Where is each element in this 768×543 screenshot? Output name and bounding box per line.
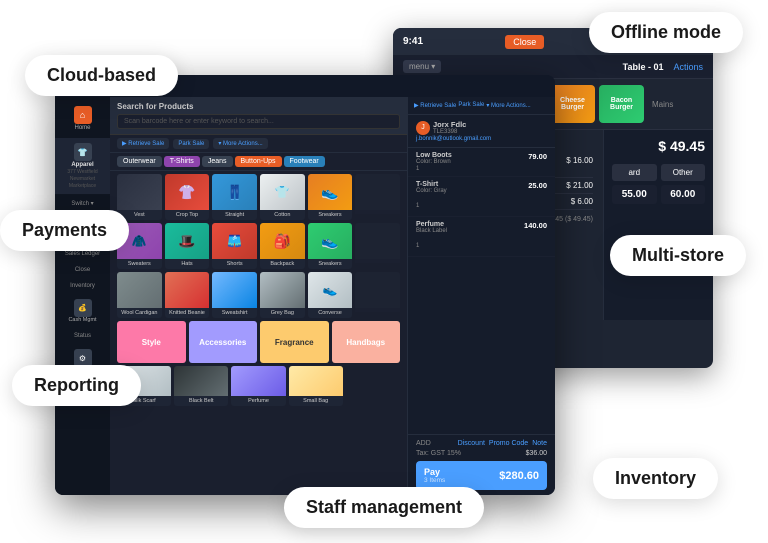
product-backpack[interactable]: 🎒 Backpack <box>260 223 305 269</box>
product-sneakers-2[interactable]: 👟 Sneakers <box>308 223 353 269</box>
discount-btn[interactable]: Discount <box>458 440 485 447</box>
product-knitted-beanie[interactable]: Knitted Beanie <box>165 272 210 318</box>
sidebar-item-home[interactable]: ⌂ Home <box>55 101 110 136</box>
main-screen: ⚡ Lightspeed Denim Store ⌂ Home 👕 Appare… <box>55 75 555 495</box>
cloud-based-label: Cloud-based <box>25 55 178 96</box>
tax-label: Tax: GST 15% <box>416 450 461 457</box>
tab-footwear[interactable]: Footwear <box>284 156 325 167</box>
tab-outerwear[interactable]: Outerwear <box>117 156 162 167</box>
product-shorts[interactable]: 🩳 Shorts <box>212 223 257 269</box>
retrieve-sale-btn[interactable]: ▶ Retrieve Sale <box>117 138 169 149</box>
amount-60[interactable]: 60.00 <box>661 185 706 204</box>
pay-amount: $280.60 <box>499 470 539 482</box>
tab-jeans[interactable]: Jeans <box>202 156 233 167</box>
other-button[interactable]: Other <box>661 164 706 181</box>
sidebar-label-home: Home <box>74 125 90 131</box>
search-title: Search for Products <box>117 102 400 111</box>
product-small-bag[interactable]: Small Bag <box>289 366 343 406</box>
card-button[interactable]: ard <box>612 164 657 181</box>
product-hats[interactable]: 🎩 Hats <box>165 223 210 269</box>
promo-code-btn[interactable]: Promo Code <box>489 440 528 447</box>
sidebar-item-cash-mgmt[interactable]: 💰 Cash Mgmt <box>55 295 110 327</box>
add-label: ADD <box>416 440 431 447</box>
sidebar-item-switch[interactable]: Switch ▾ <box>55 196 110 211</box>
category-accessories[interactable]: Accessories <box>189 321 258 363</box>
more-actions-btn[interactable]: ▾ More Actions... <box>213 138 267 149</box>
payments-label: Payments <box>0 210 129 251</box>
cart-park-btn[interactable]: Park Sale <box>458 102 484 109</box>
inventory-label: Inventory <box>593 458 718 499</box>
sidebar-item-close[interactable]: Close <box>55 263 110 277</box>
multi-store-label: Multi-store <box>610 235 746 276</box>
product-straight[interactable]: 👖 Straight <box>212 174 257 220</box>
product-converse[interactable]: 👟 Converse <box>308 272 353 318</box>
product-grey-bag[interactable]: Grey Bag <box>260 272 305 318</box>
cart-item-2[interactable]: T-Shirt Color: Gray 25.00 1 <box>408 177 555 217</box>
sidebar-item-status[interactable]: Status <box>55 329 110 343</box>
pay-label: Pay <box>424 467 445 477</box>
pay-items: 3 Items <box>424 477 445 484</box>
staff-management-label: Staff management <box>284 487 484 528</box>
customer-name: Jorx Fdlc <box>433 120 466 129</box>
product-empty-1 <box>355 174 400 220</box>
product-black-belt[interactable]: Black Belt <box>174 366 228 406</box>
close-button[interactable]: Close <box>505 35 544 49</box>
note-btn[interactable]: Note <box>532 440 547 447</box>
park-sale-btn[interactable]: Park Sale <box>173 139 209 149</box>
tab-tshirts[interactable]: T-Shirts <box>164 156 200 167</box>
category-fragrance[interactable]: Fragrance <box>260 321 329 363</box>
cart-retrieve-btn[interactable]: ▶ Retrieve Sale <box>414 102 456 109</box>
customer-avatar: J <box>416 121 430 135</box>
product-vest[interactable]: Vest <box>117 174 162 220</box>
sidebar-item-inventory[interactable]: Inventory <box>55 279 110 293</box>
amount-55[interactable]: 55.00 <box>612 185 657 204</box>
pay-button[interactable]: Pay 3 Items $280.60 <box>416 461 547 490</box>
offline-mode-label: Offline mode <box>589 12 743 53</box>
category-style[interactable]: Style <box>117 321 186 363</box>
cart-item-1[interactable]: Low Boots Color: Brown 79.00 1 <box>408 148 555 177</box>
table-name: Table - 01 <box>623 62 664 72</box>
product-cotton[interactable]: 👕 Cotton <box>260 174 305 220</box>
menu-button[interactable]: menu ▾ <box>403 60 441 73</box>
sidebar-item-apparel[interactable]: 👕 Apparel 377 Westfield Newmarket Market… <box>55 138 110 194</box>
product-perfume[interactable]: Perfume <box>231 366 285 406</box>
tax-amount: $36.00 <box>526 450 547 457</box>
product-wool-cardigan[interactable]: Wool Cardigan <box>117 272 162 318</box>
back-screen-time: 9:41 <box>403 36 423 47</box>
sidebar-label-apparel: Apparel <box>71 162 93 168</box>
product-sweatshirt[interactable]: Sweatshirt <box>212 272 257 318</box>
category-handbags[interactable]: Handbags <box>332 321 401 363</box>
customer-id: TLE3398 <box>433 129 466 135</box>
customer-email: j.bonnik@outlook.gmail.com <box>416 136 547 142</box>
cart-item-3[interactable]: Perfume Black Label 140.00 1 <box>408 217 555 257</box>
cart-more-btn[interactable]: ▾ More Actions... <box>486 102 530 109</box>
actions-button[interactable]: Actions <box>673 62 703 72</box>
tab-buttonups[interactable]: Button-Ups <box>235 156 282 167</box>
total-amount: $ 49.45 <box>658 138 705 154</box>
product-sneakers[interactable]: 👟 Sneakers <box>308 174 353 220</box>
search-input[interactable]: Scan barcode here or enter keyword to se… <box>117 114 400 129</box>
product-crop-top[interactable]: 👚 Crop Top <box>165 174 210 220</box>
reporting-label: Reporting <box>12 365 141 406</box>
